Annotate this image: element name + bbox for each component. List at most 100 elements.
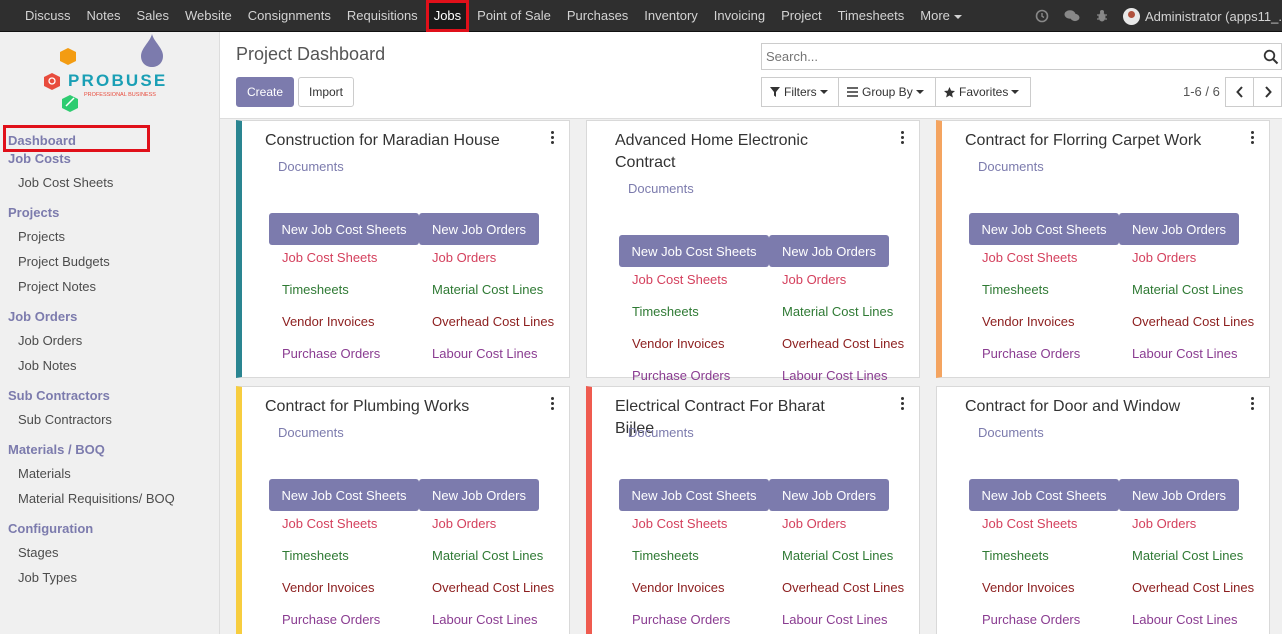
overhead-cost-lines-link[interactable]: Overhead Cost Lines	[432, 580, 554, 595]
sidebar-item-job-notes[interactable]: Job Notes	[18, 358, 77, 373]
pager-next-button[interactable]	[1253, 77, 1282, 107]
sidebar-item-job-orders[interactable]: Job Orders	[18, 333, 82, 348]
labour-cost-lines-link[interactable]: Labour Cost Lines	[432, 612, 538, 627]
sidebar-section-projects[interactable]: Projects	[8, 205, 59, 220]
vendor-invoices-link[interactable]: Vendor Invoices	[282, 314, 375, 329]
purchase-orders-link[interactable]: Purchase Orders	[632, 612, 730, 627]
menu-timesheets[interactable]: Timesheets	[830, 0, 913, 32]
kebab-menu-icon[interactable]	[901, 397, 905, 411]
job-cost-sheets-link[interactable]: Job Cost Sheets	[982, 250, 1077, 265]
job-cost-sheets-link[interactable]: Job Cost Sheets	[632, 272, 727, 287]
job-orders-link[interactable]: Job Orders	[1132, 250, 1196, 265]
card-title[interactable]: Advanced Home Electronic Contract	[615, 130, 865, 174]
user-menu[interactable]: Administrator (apps11_.	[1117, 0, 1282, 32]
material-cost-lines-link[interactable]: Material Cost Lines	[782, 548, 893, 563]
job-orders-link[interactable]: Job Orders	[432, 250, 496, 265]
timesheets-link[interactable]: Timesheets	[282, 282, 349, 297]
sidebar-item-projects[interactable]: Projects	[18, 229, 65, 244]
job-cost-sheets-link[interactable]: Job Cost Sheets	[632, 516, 727, 531]
job-cost-sheets-link[interactable]: Job Cost Sheets	[282, 250, 377, 265]
material-cost-lines-link[interactable]: Material Cost Lines	[432, 548, 543, 563]
clock-icon[interactable]	[1027, 0, 1057, 32]
new-job-orders-button[interactable]: New Job Orders	[419, 479, 539, 511]
sidebar-item-job-types[interactable]: Job Types	[18, 570, 77, 585]
job-cost-sheets-link[interactable]: Job Cost Sheets	[982, 516, 1077, 531]
sidebar-item-project-budgets[interactable]: Project Budgets	[18, 254, 110, 269]
labour-cost-lines-link[interactable]: Labour Cost Lines	[1132, 346, 1238, 361]
kebab-menu-icon[interactable]	[551, 131, 555, 145]
job-orders-link[interactable]: Job Orders	[782, 516, 846, 531]
new-job-cost-sheets-button[interactable]: New Job Cost Sheets	[619, 235, 769, 267]
bug-icon[interactable]	[1087, 0, 1117, 32]
project-card[interactable]: Contract for Plumbing Works Documents New …	[236, 386, 570, 634]
documents-link[interactable]: Documents	[278, 159, 344, 174]
documents-link[interactable]: Documents	[278, 425, 344, 440]
sidebar-item-materials[interactable]: Materials	[18, 466, 71, 481]
timesheets-link[interactable]: Timesheets	[632, 304, 699, 319]
sidebar-section-sub-contractors[interactable]: Sub Contractors	[8, 388, 110, 403]
overhead-cost-lines-link[interactable]: Overhead Cost Lines	[782, 580, 904, 595]
vendor-invoices-link[interactable]: Vendor Invoices	[982, 580, 1075, 595]
menu-notes[interactable]: Notes	[79, 0, 129, 32]
sidebar-item-sub-contractors[interactable]: Sub Contractors	[18, 412, 112, 427]
menu-requisitions[interactable]: Requisitions	[339, 0, 426, 32]
purchase-orders-link[interactable]: Purchase Orders	[632, 368, 730, 383]
sidebar-item-job-cost-sheets[interactable]: Job Cost Sheets	[18, 175, 113, 190]
new-job-orders-button[interactable]: New Job Orders	[419, 213, 539, 245]
sidebar-section-materials-boq[interactable]: Materials / BOQ	[8, 442, 105, 457]
chat-icon[interactable]	[1057, 0, 1087, 32]
documents-link[interactable]: Documents	[978, 425, 1044, 440]
card-title[interactable]: Contract for Florring Carpet Work	[965, 130, 1215, 152]
vendor-invoices-link[interactable]: Vendor Invoices	[282, 580, 375, 595]
job-orders-link[interactable]: Job Orders	[432, 516, 496, 531]
favorites-button[interactable]: Favorites	[935, 77, 1031, 107]
menu-inventory[interactable]: Inventory	[636, 0, 705, 32]
labour-cost-lines-link[interactable]: Labour Cost Lines	[782, 612, 888, 627]
timesheets-link[interactable]: Timesheets	[982, 282, 1049, 297]
sidebar-section-job-orders[interactable]: Job Orders	[8, 309, 77, 324]
new-job-orders-button[interactable]: New Job Orders	[1119, 479, 1239, 511]
vendor-invoices-link[interactable]: Vendor Invoices	[982, 314, 1075, 329]
timesheets-link[interactable]: Timesheets	[632, 548, 699, 563]
purchase-orders-link[interactable]: Purchase Orders	[982, 612, 1080, 627]
menu-consignments[interactable]: Consignments	[240, 0, 339, 32]
job-orders-link[interactable]: Job Orders	[1132, 516, 1196, 531]
search-input[interactable]	[762, 44, 1242, 69]
kebab-menu-icon[interactable]	[1251, 131, 1255, 145]
sidebar-section-configuration[interactable]: Configuration	[8, 521, 93, 536]
labour-cost-lines-link[interactable]: Labour Cost Lines	[1132, 612, 1238, 627]
kebab-menu-icon[interactable]	[1251, 397, 1255, 411]
kebab-menu-icon[interactable]	[551, 397, 555, 411]
new-job-cost-sheets-button[interactable]: New Job Cost Sheets	[269, 213, 419, 245]
menu-invoicing[interactable]: Invoicing	[706, 0, 773, 32]
sidebar-item-project-notes[interactable]: Project Notes	[18, 279, 96, 294]
purchase-orders-link[interactable]: Purchase Orders	[282, 346, 380, 361]
purchase-orders-link[interactable]: Purchase Orders	[282, 612, 380, 627]
material-cost-lines-link[interactable]: Material Cost Lines	[432, 282, 543, 297]
new-job-orders-button[interactable]: New Job Orders	[769, 235, 889, 267]
menu-jobs[interactable]: Jobs	[425, 0, 470, 32]
pager-value[interactable]: 1-6 / 6	[1183, 84, 1220, 99]
material-cost-lines-link[interactable]: Material Cost Lines	[1132, 548, 1243, 563]
labour-cost-lines-link[interactable]: Labour Cost Lines	[782, 368, 888, 383]
overhead-cost-lines-link[interactable]: Overhead Cost Lines	[1132, 580, 1254, 595]
vendor-invoices-link[interactable]: Vendor Invoices	[632, 580, 725, 595]
group-by-button[interactable]: Group By	[838, 77, 936, 107]
new-job-cost-sheets-button[interactable]: New Job Cost Sheets	[969, 479, 1119, 511]
create-button[interactable]: Create	[236, 77, 294, 107]
project-card[interactable]: Construction for Maradian House Documents…	[236, 120, 570, 378]
project-card[interactable]: Electrical Contract For Bharat Bijlee Doc…	[586, 386, 920, 634]
vendor-invoices-link[interactable]: Vendor Invoices	[632, 336, 725, 351]
overhead-cost-lines-link[interactable]: Overhead Cost Lines	[782, 336, 904, 351]
timesheets-link[interactable]: Timesheets	[982, 548, 1049, 563]
sidebar-section-job-costs[interactable]: Job Costs	[8, 151, 71, 166]
labour-cost-lines-link[interactable]: Labour Cost Lines	[432, 346, 538, 361]
new-job-orders-button[interactable]: New Job Orders	[769, 479, 889, 511]
material-cost-lines-link[interactable]: Material Cost Lines	[1132, 282, 1243, 297]
project-card[interactable]: Contract for Florring Carpet Work Documen…	[936, 120, 1270, 378]
sidebar-item-stages[interactable]: Stages	[18, 545, 58, 560]
new-job-cost-sheets-button[interactable]: New Job Cost Sheets	[269, 479, 419, 511]
documents-link[interactable]: Documents	[978, 159, 1044, 174]
pager-previous-button[interactable]	[1225, 77, 1254, 107]
overhead-cost-lines-link[interactable]: Overhead Cost Lines	[432, 314, 554, 329]
